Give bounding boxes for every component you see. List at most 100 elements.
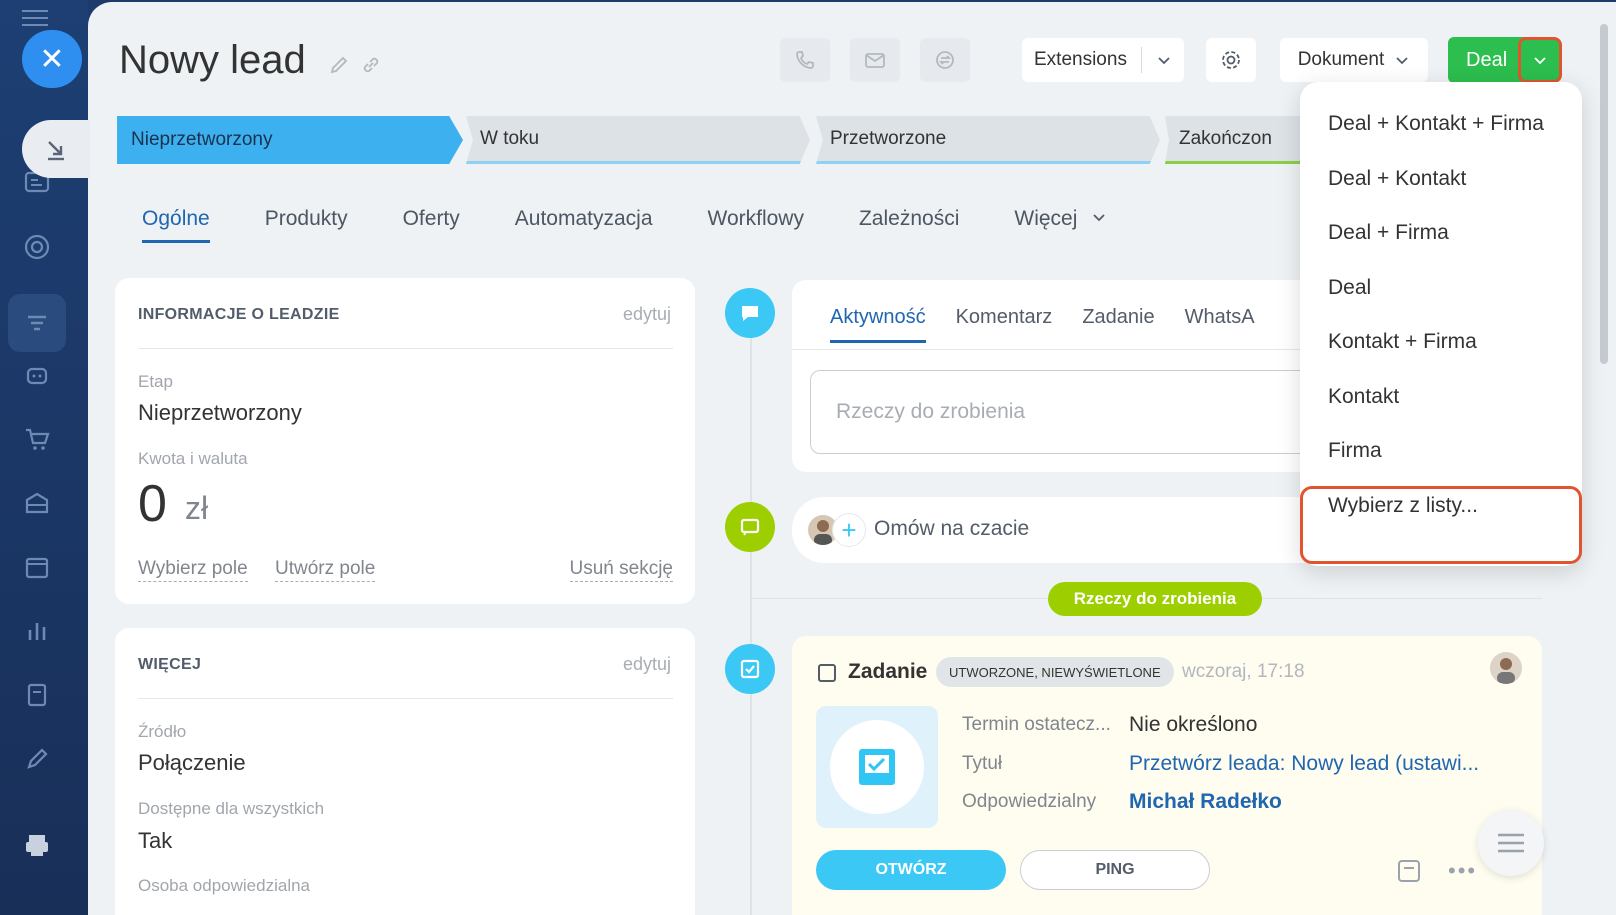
- document-label: Dokument: [1297, 49, 1385, 70]
- avatar[interactable]: [1490, 652, 1522, 684]
- field-label: Termin ostatecz...: [962, 714, 1111, 735]
- more-options-icon[interactable]: •••: [1448, 858, 1477, 884]
- list-icon: [1498, 833, 1524, 853]
- email-button[interactable]: [850, 38, 900, 82]
- menu-item-contact-company[interactable]: Kontakt + Firma: [1328, 330, 1477, 354]
- chart-icon[interactable]: [20, 614, 54, 648]
- field-label: Źródło: [138, 722, 187, 741]
- close-icon: ✕: [39, 42, 65, 76]
- deal-options-toggle[interactable]: [1518, 37, 1562, 83]
- highlight-frame: [1300, 486, 1582, 564]
- open-button[interactable]: OTWÓRZ: [816, 850, 1006, 890]
- tab-products[interactable]: Produkty: [265, 207, 348, 231]
- menu-item-company[interactable]: Firma: [1328, 439, 1382, 463]
- tab-whatsapp[interactable]: WhatsA: [1185, 306, 1255, 329]
- tab-task[interactable]: Zadanie: [1082, 306, 1154, 329]
- menu-item-deal[interactable]: Deal: [1328, 276, 1371, 300]
- gear-icon: [1222, 51, 1240, 69]
- stage-label: Przetworzone: [830, 127, 947, 149]
- menu-item-deal-contact[interactable]: Deal + Kontakt: [1328, 167, 1466, 191]
- ping-button[interactable]: PING: [1020, 850, 1210, 890]
- edit-link[interactable]: edytuj: [623, 304, 671, 325]
- store-icon[interactable]: [20, 486, 54, 520]
- tab-dependencies[interactable]: Zależności: [859, 207, 959, 231]
- tab-general[interactable]: Ogólne: [142, 207, 210, 243]
- more-info-card: WIĘCEJ edytuj Źródło Połączenie Dostępne…: [115, 628, 695, 915]
- extensions-label: Extensions: [1034, 49, 1127, 70]
- scrollbar[interactable]: [1600, 24, 1608, 364]
- document-edit-icon[interactable]: [20, 678, 54, 712]
- tab-activity[interactable]: Aktywność: [830, 306, 926, 343]
- copy-link-icon[interactable]: [360, 54, 382, 81]
- tab-automation[interactable]: Automatyzacja: [515, 207, 653, 231]
- edit-link[interactable]: edytuj: [623, 654, 671, 675]
- phone-icon: [796, 51, 814, 69]
- mail-icon: [865, 53, 885, 68]
- chevron-down-icon: [1093, 214, 1105, 222]
- stage-in-progress[interactable]: W toku: [466, 116, 810, 164]
- edit-title-icon[interactable]: [328, 54, 350, 81]
- create-field-link[interactable]: Utwórz pole: [275, 558, 376, 582]
- task-title: Zadanie: [848, 660, 928, 683]
- detail-tabs: Ogólne Produkty Oferty Automatyzacja Wor…: [142, 207, 1162, 243]
- minimize-icon: [48, 141, 64, 161]
- stage-processed[interactable]: Przetworzone: [816, 116, 1160, 164]
- comment-icon: [725, 288, 775, 338]
- deal-label: Deal: [1466, 49, 1508, 71]
- lead-info-card: INFORMACJE O LEADZIE edytuj Etap Nieprze…: [115, 278, 695, 604]
- menu-item-deal-contact-company[interactable]: Deal + Kontakt + Firma: [1328, 112, 1544, 136]
- funnel-icon[interactable]: [8, 294, 66, 352]
- chevron-down-icon: [1534, 57, 1546, 65]
- chat-icon: [725, 502, 775, 552]
- field-value[interactable]: Tak: [138, 828, 172, 854]
- tab-workflows[interactable]: Workflowy: [708, 207, 804, 231]
- call-button[interactable]: [780, 38, 830, 82]
- stage-label: Nieprzetworzony: [131, 129, 273, 150]
- field-value[interactable]: Nieprzetworzony: [138, 400, 302, 426]
- deadline-value[interactable]: Nie określono: [1129, 713, 1257, 737]
- menu-item-contact[interactable]: Kontakt: [1328, 385, 1399, 409]
- robot-icon[interactable]: [20, 358, 54, 392]
- todo-section-pill: Rzeczy do zrobienia: [1048, 582, 1262, 616]
- settings-button[interactable]: [1206, 38, 1256, 82]
- amount-value[interactable]: 0: [138, 474, 167, 534]
- minimize-button[interactable]: [22, 120, 90, 178]
- remove-section-link[interactable]: Usuń sekcję: [569, 558, 673, 582]
- calendar-icon[interactable]: [20, 550, 54, 584]
- convert-button[interactable]: [920, 38, 970, 82]
- timeline-menu-button[interactable]: [1478, 810, 1544, 876]
- choose-field-link[interactable]: Wybierz pole: [138, 558, 248, 582]
- document-button[interactable]: Dokument: [1280, 38, 1428, 82]
- field-label: Tytuł: [962, 753, 1003, 774]
- menu-item-deal-company[interactable]: Deal + Firma: [1328, 221, 1449, 245]
- menu-icon[interactable]: [22, 8, 48, 33]
- tab-comment[interactable]: Komentarz: [956, 306, 1053, 329]
- cart-icon[interactable]: [20, 422, 54, 456]
- section-title: INFORMACJE O LEADZIE: [138, 306, 340, 323]
- field-label: Kwota i waluta: [138, 449, 248, 468]
- printer-icon[interactable]: [20, 828, 54, 862]
- sync-icon: [936, 51, 954, 69]
- status-badge: UTWORZONE, NIEWYŚWIETLONE: [936, 657, 1174, 687]
- currency-value: zł: [185, 490, 209, 526]
- responsible-link[interactable]: Michał Radełko: [1129, 790, 1282, 814]
- stage-new[interactable]: Nieprzetworzony: [117, 116, 463, 164]
- stage-label: Zakończon: [1179, 127, 1272, 149]
- close-button[interactable]: ✕: [22, 30, 82, 88]
- task-checkbox[interactable]: [818, 664, 836, 682]
- tab-offers[interactable]: Oferty: [403, 207, 460, 231]
- chevron-down-icon: [1158, 57, 1170, 65]
- field-label: Etap: [138, 372, 173, 391]
- section-title: WIĘCEJ: [138, 656, 202, 673]
- add-participant-icon[interactable]: +: [832, 513, 866, 547]
- note-icon[interactable]: [1396, 858, 1422, 889]
- extensions-button[interactable]: Extensions: [1022, 38, 1184, 82]
- tab-more[interactable]: Więcej: [1014, 207, 1107, 231]
- field-value[interactable]: Połączenie: [138, 750, 246, 776]
- chevron-down-icon: [1396, 57, 1408, 65]
- task-subject-link[interactable]: Przetwórz leada: Nowy lead (ustawi...: [1129, 752, 1479, 776]
- tab-more-label: Więcej: [1014, 207, 1078, 230]
- target-icon[interactable]: [20, 230, 54, 264]
- chat-label: Omów na czacie: [874, 517, 1030, 540]
- pencil-icon[interactable]: [20, 742, 54, 776]
